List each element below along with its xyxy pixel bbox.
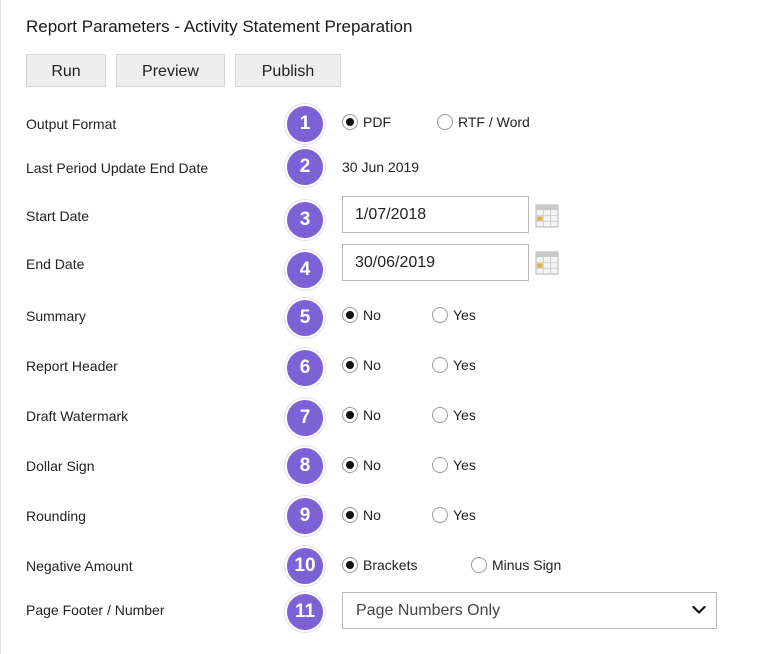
- draft-watermark-no-label: No: [363, 407, 381, 423]
- rounding-yes-option[interactable]: Yes: [432, 507, 476, 523]
- report-header-no-label: No: [363, 357, 381, 373]
- dollar-sign-label: Dollar Sign: [26, 458, 95, 474]
- step-badge-1: 1: [285, 104, 325, 144]
- summary-label: Summary: [26, 308, 86, 324]
- step-badge-3: 3: [285, 200, 325, 240]
- start-date-input[interactable]: [342, 196, 529, 233]
- summary-no-label: No: [363, 307, 381, 323]
- end-date-row: End Date 4: [0, 244, 768, 290]
- draft-watermark-row: Draft Watermark 7 No Yes: [0, 398, 768, 438]
- page-title: Report Parameters - Activity Statement P…: [26, 17, 413, 36]
- dollar-sign-no-option[interactable]: No: [342, 457, 381, 473]
- dollar-sign-row: Dollar Sign 8 No Yes: [0, 446, 768, 488]
- summary-yes-radio[interactable]: [432, 307, 448, 323]
- rtf-word-radio[interactable]: [437, 114, 453, 130]
- run-button[interactable]: Run: [26, 54, 106, 87]
- report-header-yes-option[interactable]: Yes: [432, 357, 476, 373]
- rtf-word-radio-label: RTF / Word: [458, 114, 530, 130]
- output-format-label: Output Format: [26, 116, 117, 132]
- page-footer-label: Page Footer / Number: [26, 602, 165, 618]
- step-badge-11: 11: [285, 592, 325, 632]
- start-date-row: Start Date 3: [0, 196, 768, 240]
- output-format-rtf-option[interactable]: RTF / Word: [437, 114, 530, 130]
- rounding-no-option[interactable]: No: [342, 507, 381, 523]
- pdf-radio-label: PDF: [363, 114, 391, 130]
- negative-amount-row: Negative Amount 10 Brackets Minus Sign: [0, 546, 768, 588]
- draft-watermark-yes-option[interactable]: Yes: [432, 407, 476, 423]
- minus-sign-radio-label: Minus Sign: [492, 557, 562, 573]
- report-header-yes-label: Yes: [453, 357, 476, 373]
- report-header-no-radio[interactable]: [342, 357, 358, 373]
- page-footer-select[interactable]: Page Numbers Only: [342, 592, 717, 629]
- step-badge-7: 7: [285, 398, 325, 438]
- summary-no-option[interactable]: No: [342, 307, 381, 323]
- brackets-radio-label: Brackets: [363, 557, 418, 573]
- page-footer-selected-value: Page Numbers Only: [356, 602, 501, 619]
- draft-watermark-no-option[interactable]: No: [342, 407, 381, 423]
- publish-button[interactable]: Publish: [235, 54, 341, 87]
- page-footer-row: Page Footer / Number 11 Page Numbers Onl…: [0, 592, 768, 632]
- calendar-icon[interactable]: [535, 204, 559, 228]
- step-badge-4: 4: [285, 250, 325, 290]
- step-badge-8: 8: [285, 446, 325, 486]
- chevron-down-icon: [692, 605, 706, 614]
- negative-amount-label: Negative Amount: [26, 558, 133, 574]
- end-date-label: End Date: [26, 256, 85, 272]
- negative-amount-brackets-option[interactable]: Brackets: [342, 557, 417, 573]
- summary-row: Summary 5 No Yes: [0, 298, 768, 338]
- report-header-row: Report Header 6 No Yes: [0, 348, 768, 388]
- calendar-icon[interactable]: [535, 251, 559, 275]
- report-header-no-option[interactable]: No: [342, 357, 381, 373]
- rounding-no-label: No: [363, 507, 381, 523]
- draft-watermark-yes-radio[interactable]: [432, 407, 448, 423]
- rounding-label: Rounding: [26, 508, 86, 524]
- pdf-radio[interactable]: [342, 114, 358, 130]
- summary-yes-option[interactable]: Yes: [432, 307, 476, 323]
- rounding-yes-radio[interactable]: [432, 507, 448, 523]
- summary-yes-label: Yes: [453, 307, 476, 323]
- dollar-sign-yes-option[interactable]: Yes: [432, 457, 476, 473]
- step-badge-6: 6: [285, 348, 325, 388]
- minus-sign-radio[interactable]: [471, 557, 487, 573]
- last-period-value: 30 Jun 2019: [342, 159, 420, 175]
- dollar-sign-yes-radio[interactable]: [432, 457, 448, 473]
- step-badge-9: 9: [285, 496, 325, 536]
- end-date-input[interactable]: [342, 244, 529, 281]
- preview-button[interactable]: Preview: [116, 54, 225, 87]
- report-header-label: Report Header: [26, 358, 118, 374]
- rounding-yes-label: Yes: [453, 507, 476, 523]
- dollar-sign-no-radio[interactable]: [342, 457, 358, 473]
- dollar-sign-yes-label: Yes: [453, 457, 476, 473]
- output-format-pdf-option[interactable]: PDF: [342, 114, 391, 130]
- step-badge-5: 5: [285, 298, 325, 338]
- negative-amount-minus-option[interactable]: Minus Sign: [471, 557, 561, 573]
- start-date-label: Start Date: [26, 208, 90, 224]
- rounding-row: Rounding 9 No Yes: [0, 496, 768, 538]
- draft-watermark-label: Draft Watermark: [26, 408, 129, 424]
- dollar-sign-no-label: No: [363, 457, 381, 473]
- last-period-label: Last Period Update End Date: [26, 160, 209, 176]
- draft-watermark-no-radio[interactable]: [342, 407, 358, 423]
- last-period-row: Last Period Update End Date 2 30 Jun 201…: [0, 147, 768, 188]
- report-header-yes-radio[interactable]: [432, 357, 448, 373]
- brackets-radio[interactable]: [342, 557, 358, 573]
- summary-no-radio[interactable]: [342, 307, 358, 323]
- draft-watermark-yes-label: Yes: [453, 407, 476, 423]
- step-badge-2: 2: [285, 147, 325, 187]
- output-format-row: Output Format 1 PDF RTF / Word: [0, 104, 768, 144]
- rounding-no-radio[interactable]: [342, 507, 358, 523]
- step-badge-10: 10: [285, 546, 325, 586]
